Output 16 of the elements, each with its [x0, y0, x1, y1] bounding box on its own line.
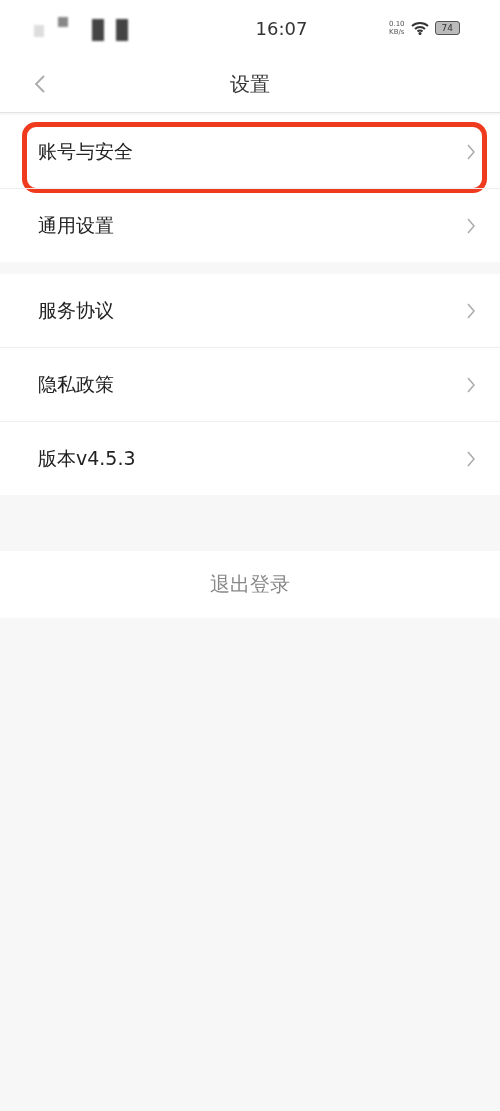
settings-item[interactable]: 账号与安全: [0, 115, 500, 188]
settings-item[interactable]: 版本v4.5.3: [0, 421, 500, 495]
battery-indicator: 74: [434, 21, 460, 35]
status-time: 16:07: [254, 17, 309, 39]
chevron-right-icon: [466, 301, 476, 320]
settings-item[interactable]: 隐私政策: [0, 347, 500, 421]
page-title: 设置: [230, 70, 270, 98]
settings-item[interactable]: 服务协议: [0, 274, 500, 347]
chevron-right-icon: [466, 216, 476, 235]
chevron-right-icon: [466, 375, 476, 394]
wifi-icon: [410, 21, 429, 35]
chevron-right-icon: [466, 449, 476, 468]
chevron-right-icon: [466, 142, 476, 161]
back-icon[interactable]: [34, 75, 46, 93]
settings-item[interactable]: 通用设置: [0, 188, 500, 262]
logout-button[interactable]: 退出登录: [0, 551, 500, 618]
